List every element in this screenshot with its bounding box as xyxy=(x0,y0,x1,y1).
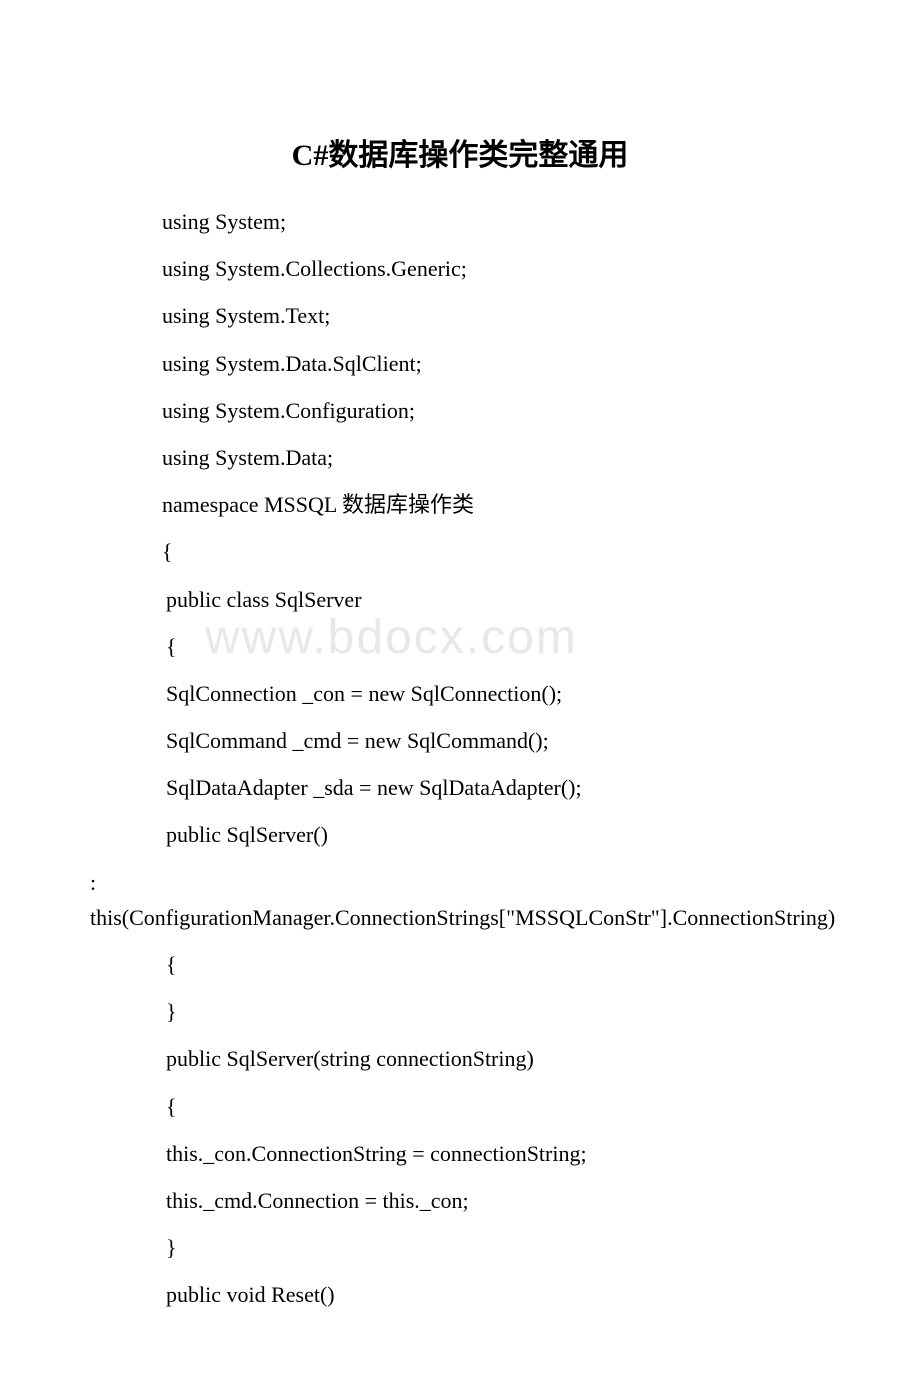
code-line: public SqlServer() xyxy=(90,817,830,852)
code-line: public class SqlServer xyxy=(90,582,830,617)
code-line: } xyxy=(90,1230,830,1265)
code-line: { xyxy=(90,629,830,664)
code-line: } xyxy=(90,994,830,1029)
code-line: { xyxy=(90,947,830,982)
code-line: SqlConnection _con = new SqlConnection()… xyxy=(90,676,830,711)
document-title: C#数据库操作类完整通用 xyxy=(90,130,830,174)
code-line: using System.Collections.Generic; xyxy=(90,251,830,286)
code-line: { xyxy=(90,1089,830,1124)
code-line: SqlCommand _cmd = new SqlCommand(); xyxy=(90,723,830,758)
code-line: namespace MSSQL 数据库操作类 xyxy=(90,487,830,522)
code-line: { xyxy=(90,534,830,569)
document-content: C#数据库操作类完整通用 using System; using System.… xyxy=(90,130,830,1313)
code-line: using System.Data.SqlClient; xyxy=(90,346,830,381)
code-line: using System.Text; xyxy=(90,298,830,333)
code-line: this._cmd.Connection = this._con; xyxy=(90,1183,830,1218)
code-line: using System.Data; xyxy=(90,440,830,475)
code-line: public void Reset() xyxy=(90,1277,830,1312)
code-line: public SqlServer(string connectionString… xyxy=(90,1041,830,1076)
code-line: this._con.ConnectionString = connectionS… xyxy=(90,1136,830,1171)
code-line: SqlDataAdapter _sda = new SqlDataAdapter… xyxy=(90,770,830,805)
code-line: using System; xyxy=(90,204,830,239)
code-line: : this(ConfigurationManager.ConnectionSt… xyxy=(90,865,830,935)
code-line: using System.Configuration; xyxy=(90,393,830,428)
